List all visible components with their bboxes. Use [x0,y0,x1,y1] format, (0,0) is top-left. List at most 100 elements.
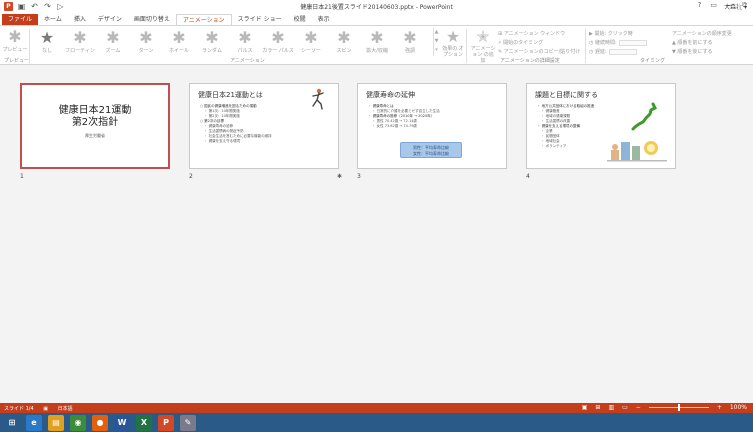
timing-delay[interactable]: ◷ 遅延: [589,48,637,55]
spellcheck-icon[interactable]: ▣ [43,406,48,412]
windows-taskbar: ⊞ e ▤ ◉ ● W X P ✎ [0,413,753,432]
animation-star-icon: ✱ [139,28,153,47]
japan-map-icon [631,102,657,131]
title-bar: P ▣ ↶ ↷ ▷ 健康日本21後置スライド20140603.pptx - Po… [0,0,753,13]
animation-effect-5[interactable]: ✱ ランダム [196,28,228,55]
add-animation-star-icon: ✭ [476,27,490,46]
windows-start-icon[interactable]: ⊞ [4,414,20,431]
clock-time: 10:52 [734,2,749,8]
slide-thumbnail-4[interactable]: 課題と目標に関する ・ 地方公共団体における取組の推進・ 健康格差・ 地域の健康… [526,83,676,169]
tab-1[interactable]: ホーム [38,14,68,25]
excel-icon[interactable]: X [136,414,152,431]
timing-duration[interactable]: ◷ 継続時間: [589,39,647,46]
animation-pane-button[interactable]: ⊞ アニメーション ウィンドウ [498,30,565,37]
zoom-level[interactable]: 100% [730,404,747,411]
word-icon[interactable]: W [114,414,130,431]
animation-group-label: アニメーション [230,58,265,64]
tab-2[interactable]: 挿入 [68,14,92,25]
slide-number: 4 [526,173,530,180]
animation-effect-2[interactable]: ✱ ズーム [97,28,129,55]
animation-painter-button[interactable]: ✎ アニメーションのコピー/貼り付け [498,48,580,55]
ie-icon[interactable]: e [26,414,42,431]
animation-star-icon: ✱ [403,28,417,47]
firefox-icon[interactable]: ● [92,414,108,431]
slide-title: 健康日本21運動 第2次指針 [58,105,132,128]
slide-heading: 健康寿命の延伸 [366,91,415,99]
timing-start[interactable]: ▶ 開始: クリック時 [589,30,633,37]
status-bar: スライド 1/4 ▣ 日本語 ▣ ⊞ ▥ ▭ − + 100% [0,403,753,413]
animation-star-icon: ✱ [205,28,219,47]
tab-0[interactable]: ファイル [2,14,39,25]
animation-effect-0[interactable]: ★ なし [31,28,63,55]
slide-thumbnail-2[interactable]: 健康日本21運動とは ○ 国民の健康増進を図るための運動・ 第1次：10年間実施… [189,83,339,169]
slide-bullet: ・ 健康を支え守る環境 [204,139,241,143]
animation-star-icon: ✱ [370,28,384,47]
explorer-icon[interactable]: ▤ [48,414,64,431]
animation-star-icon: ★ [39,28,55,47]
tab-8[interactable]: 表示 [312,14,336,25]
slide-body: ・ 健康寿命とは・ 日常的に介護を必要とせず自立した生活・ 健康寿命の推移（20… [368,104,468,129]
slide-sorter-view: 健康日本21運動 第2次指針 厚生労働省 1 健康日本21運動とは ○ 国民の健康… [0,66,753,403]
tab-5[interactable]: アニメーション [175,14,232,25]
animation-marker-icon: ✱ [337,173,343,180]
language-indicator[interactable]: 日本語 [58,406,73,412]
gallery-scroll[interactable]: ▲ ▼ ▾ [433,28,439,56]
slide-counter: スライド 1/4 [4,405,34,412]
preview-button[interactable]: ✱ プレビュー [2,28,28,54]
animation-effect-8[interactable]: ✱ シーソー [295,28,327,55]
animation-effect-7[interactable]: ✱ カラー パルス [262,29,294,55]
zoom-in-icon[interactable]: + [717,404,722,411]
animation-effect-3[interactable]: ✱ ターン [130,28,162,55]
animation-gallery: ★ なし ✱ フローティン ✱ ズーム ✱ ターン ✱ ホイール ✱ ランダム ✱ パルス ✱ カラー パルス… [29,27,433,57]
advanced-group-label: アニメーションの詳細設定 [500,58,560,64]
trigger-button[interactable]: ⚡ 開始のタイミング [498,39,543,46]
slide-number: 1 [20,173,24,180]
slide-callout-box: 男性：平均寿命比較 女性：平均寿命比較 [400,142,462,158]
ribbon-display-icon[interactable]: ▭ [710,1,717,10]
reading-view-icon[interactable]: ▥ [608,404,614,411]
runner-illustration-icon [312,88,324,110]
slide-thumbnail-3[interactable]: 健康寿命の延伸 ・ 健康寿命とは・ 日常的に介護を必要とせず自立した生活・ 健康… [357,83,507,169]
slide-heading: 健康日本21運動とは [198,91,263,99]
move-earlier-button[interactable]: ▲ 順番を前にする [672,39,713,46]
animation-star-icon: ✱ [73,28,87,47]
animation-effect-10[interactable]: ✱ 拡大/収縮 [361,28,393,55]
window-title: 健康日本21後置スライド20140603.pptx - PowerPoint [300,4,453,11]
preview-group-label: プレビュー [4,58,30,64]
chrome-icon[interactable]: ◉ [70,414,86,431]
animation-effect-11[interactable]: ✱ 強調 [394,28,426,55]
slide-thumbnail-1[interactable]: 健康日本21運動 第2次指針 厚生労働省 [20,83,170,169]
tab-6[interactable]: スライド ショー [232,14,288,25]
zoom-out-icon[interactable]: − [636,404,641,411]
animation-star-icon: ✱ [238,28,252,47]
tab-7[interactable]: 校閲 [288,14,312,25]
slide-number: 2 [189,173,193,180]
slide-heading: 課題と目標に関する [535,91,598,99]
animation-effect-6[interactable]: ✱ パルス [229,28,261,55]
animation-star-icon: ✱ [304,28,318,47]
system-tray[interactable]: 10:52 2014/06/10 [720,2,749,16]
animation-star-icon: ✱ [106,28,120,47]
slideshow-icon[interactable]: ▭ [622,404,628,411]
animation-effect-1[interactable]: ✱ フローティン [64,28,96,55]
tab-3[interactable]: デザイン [92,14,128,25]
effect-star-icon: ★ [445,27,461,46]
slide-sorter-icon[interactable]: ⊞ [595,404,600,411]
help-icon[interactable]: ? [698,1,702,10]
normal-view-icon[interactable]: ▣ [582,404,588,411]
reorder-title: アニメーションの順序変更 [672,31,732,37]
add-animation-button[interactable]: ✭ アニメーション の追加 [470,27,496,65]
building-illustration-icon [607,141,667,162]
effect-options-button[interactable]: ★ 効果の オプション [441,27,465,59]
powerpoint-window: P ▣ ↶ ↷ ▷ 健康日本21後置スライド20140603.pptx - Po… [0,0,753,432]
animation-effect-9[interactable]: ✱ スピン [328,28,360,55]
tab-4[interactable]: 画面切り替え [128,14,176,25]
animation-effect-4[interactable]: ✱ ホイール [163,29,195,55]
paint-icon[interactable]: ✎ [180,414,196,431]
move-later-button[interactable]: ▼ 順番を後にする [672,48,713,55]
slide-number: 3 [357,173,361,180]
zoom-slider[interactable] [648,404,709,411]
ribbon-animations: ✱ プレビュー ★ なし ✱ フローティン ✱ ズーム ✱ ターン ✱ ホイール ✱ ランダム ✱ パルス… [0,25,753,65]
animation-star-icon: ✱ [337,28,351,47]
powerpoint-icon[interactable]: P [158,414,174,431]
